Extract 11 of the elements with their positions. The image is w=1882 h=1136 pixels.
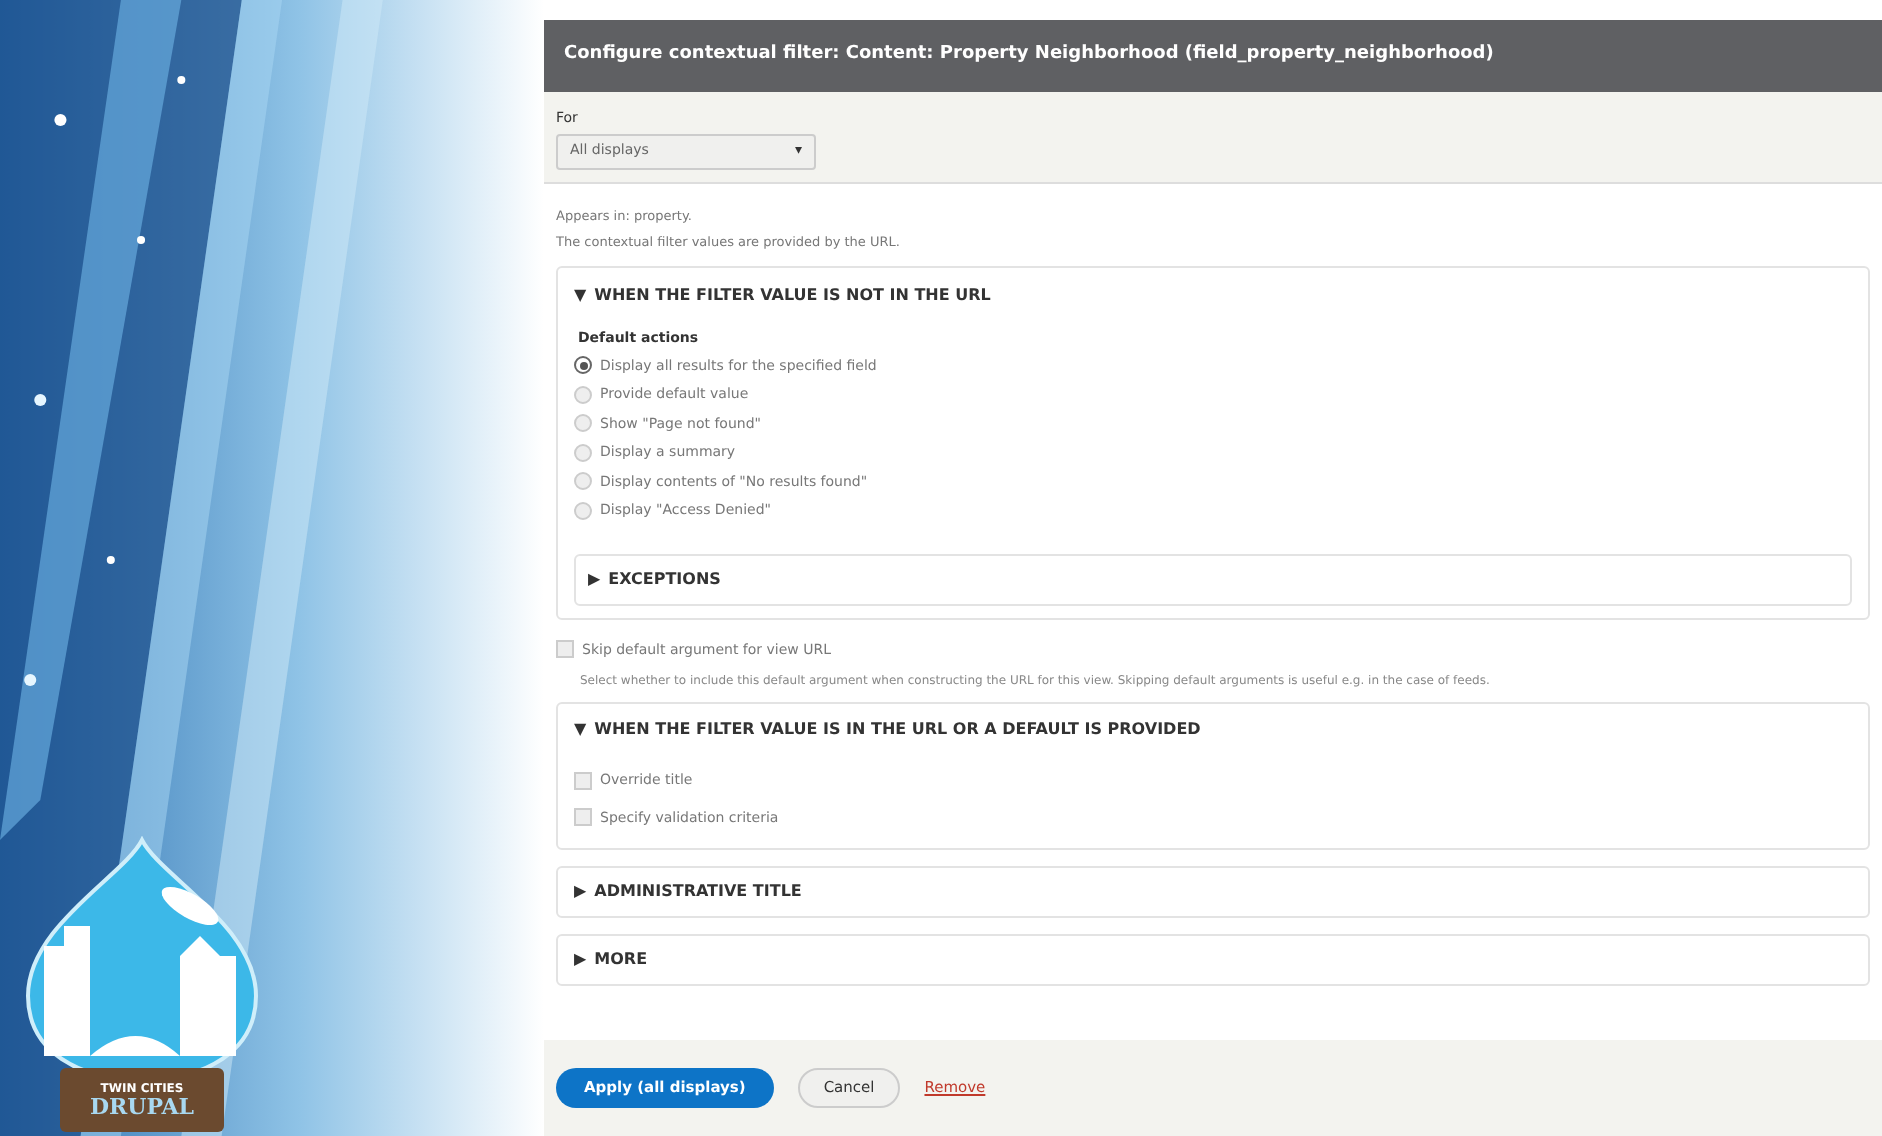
section-toggle[interactable]: ▶ MORE (574, 948, 1852, 972)
section-toggle[interactable]: ▼ WHEN THE FILTER VALUE IS IN THE URL OR A DEFAULT IS PROVIDED (574, 718, 1852, 742)
section-toggle[interactable]: ▶ EXCEPTIONS (588, 567, 1838, 591)
checkbox[interactable] (574, 808, 592, 827)
checkbox[interactable] (574, 771, 592, 790)
dialog-title: Configure contextual filter: Content: Property Neighborhood (field_property_neighborhood) (564, 42, 1494, 69)
checkbox[interactable] (556, 640, 574, 659)
section-toggle[interactable]: ▼ WHEN THE FILTER VALUE IS NOT IN THE URL (574, 284, 1852, 308)
radio-button[interactable] (574, 356, 592, 375)
logo-text: DRUPAL (89, 1095, 194, 1117)
section-toggle[interactable]: ▶ ADMINISTRATIVE TITLE (574, 880, 1852, 904)
